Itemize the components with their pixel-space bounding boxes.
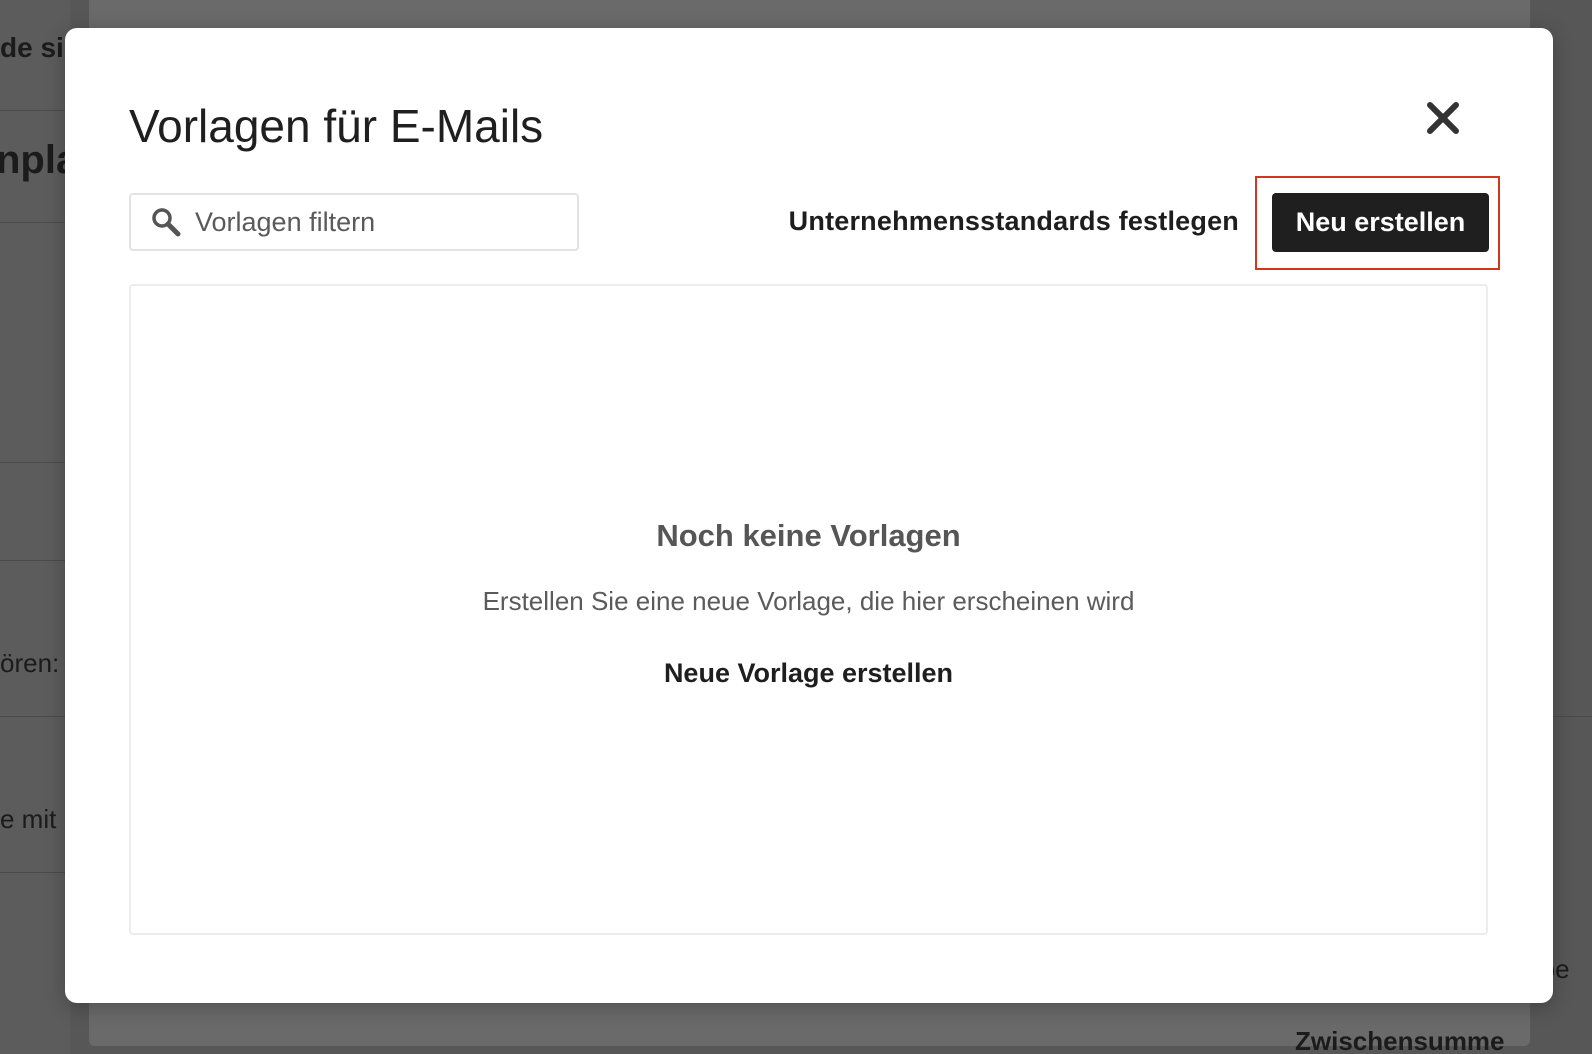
background-divider (0, 222, 70, 223)
empty-state-title: Noch keine Vorlagen (656, 518, 961, 553)
background-text: de si (0, 32, 64, 63)
search-input[interactable] (195, 206, 555, 238)
background-text: Zwischensumme (1295, 1026, 1505, 1054)
search-field[interactable] (129, 193, 579, 251)
background-divider (0, 110, 70, 111)
background-text: ören: (0, 648, 60, 678)
app-viewport: de si npla ören: e mit rbe Zwischensumme… (0, 0, 1592, 1054)
modal-title: Vorlagen für E-Mails (129, 100, 544, 152)
background-text: e mit (0, 804, 57, 834)
create-new-template-link[interactable]: Neue Vorlage erstellen (664, 658, 953, 689)
close-icon (1427, 102, 1459, 134)
close-button[interactable] (1417, 92, 1469, 144)
set-company-defaults-link[interactable]: Unternehmensstandards festlegen (789, 206, 1239, 237)
background-divider (0, 716, 70, 717)
templates-list-empty-state: Noch keine Vorlagen Erstellen Sie eine n… (129, 284, 1488, 935)
background-divider (0, 462, 70, 463)
create-new-button[interactable]: Neu erstellen (1272, 193, 1489, 252)
email-templates-modal: Vorlagen für E-Mails Unternehmensstandar… (65, 28, 1553, 1003)
background-divider (0, 872, 70, 873)
search-icon (149, 205, 183, 239)
background-divider (0, 560, 70, 561)
empty-state-description: Erstellen Sie eine neue Vorlage, die hie… (482, 586, 1135, 616)
